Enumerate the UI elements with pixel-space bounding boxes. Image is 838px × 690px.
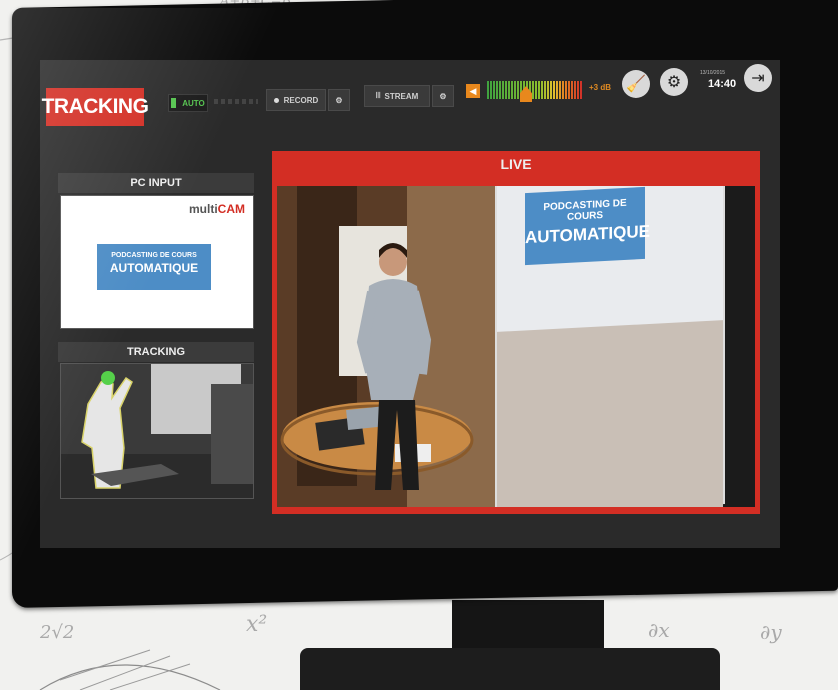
time-display: 14:40 <box>708 78 737 90</box>
exit-button[interactable]: ⇥ <box>744 64 772 92</box>
exit-icon: ⇥ <box>751 70 765 87</box>
multicam-logo-suffix: CAM <box>217 202 245 216</box>
audio-gain-value: +3 dB <box>589 83 612 92</box>
pc-input-preview[interactable]: multiCAM PODCASTING DE COURS AUTOMATIQUE <box>60 195 254 329</box>
stream-antenna-icon: ꔖ <box>375 91 381 100</box>
live-title: LIVE <box>272 151 760 176</box>
tracking-title: TRACKING <box>58 342 254 362</box>
stream-label: STREAM <box>384 91 419 101</box>
auto-label: AUTO <box>182 98 205 108</box>
multicam-logo-prefix: multi <box>189 202 218 216</box>
stream-settings-icon: ⚙ <box>439 91 447 101</box>
settings-button[interactable]: ⚙ <box>660 68 688 96</box>
mode-indicator <box>214 99 258 104</box>
pc-slide-line1: PODCASTING DE COURS <box>111 252 197 259</box>
tracking-preview[interactable] <box>60 363 254 499</box>
stream-settings-button[interactable]: ⚙ <box>432 85 454 107</box>
audio-level-meter-segments <box>487 81 582 99</box>
monitor-stand-base <box>300 648 720 690</box>
record-settings-icon: ⚙ <box>335 95 343 105</box>
app-logo: TRACKING <box>42 88 149 126</box>
auto-led-icon <box>171 98 177 108</box>
date-display: 13/10/2015 <box>700 70 726 76</box>
pc-slide-banner: PODCASTING DE COURS AUTOMATIQUE <box>97 244 211 290</box>
live-presenter <box>280 243 474 490</box>
live-preview[interactable]: PODCASTING DE COURS AUTOMATIQUE <box>277 186 755 507</box>
pc-slide-line2: AUTOMATIQUE <box>109 261 199 275</box>
broom-icon: 🧹 <box>626 76 646 93</box>
pc-input-title: PC INPUT <box>58 173 254 193</box>
record-button[interactable]: RECORD <box>266 89 326 111</box>
multicam-logo: multiCAM <box>189 202 245 216</box>
gear-icon: ⚙ <box>666 74 682 91</box>
mute-icon: ◀ <box>469 85 477 96</box>
auto-toggle[interactable]: AUTO <box>168 94 208 112</box>
stream-button[interactable]: ꔖ STREAM <box>364 85 430 107</box>
record-settings-button[interactable]: ⚙ <box>328 89 350 111</box>
record-label: RECORD <box>283 95 319 105</box>
clear-button[interactable]: 🧹 <box>622 70 650 98</box>
tracking-scene <box>61 364 253 498</box>
record-dot-icon <box>273 97 279 103</box>
tracking-head-marker <box>101 371 115 385</box>
mute-button[interactable]: ◀ <box>466 84 480 98</box>
